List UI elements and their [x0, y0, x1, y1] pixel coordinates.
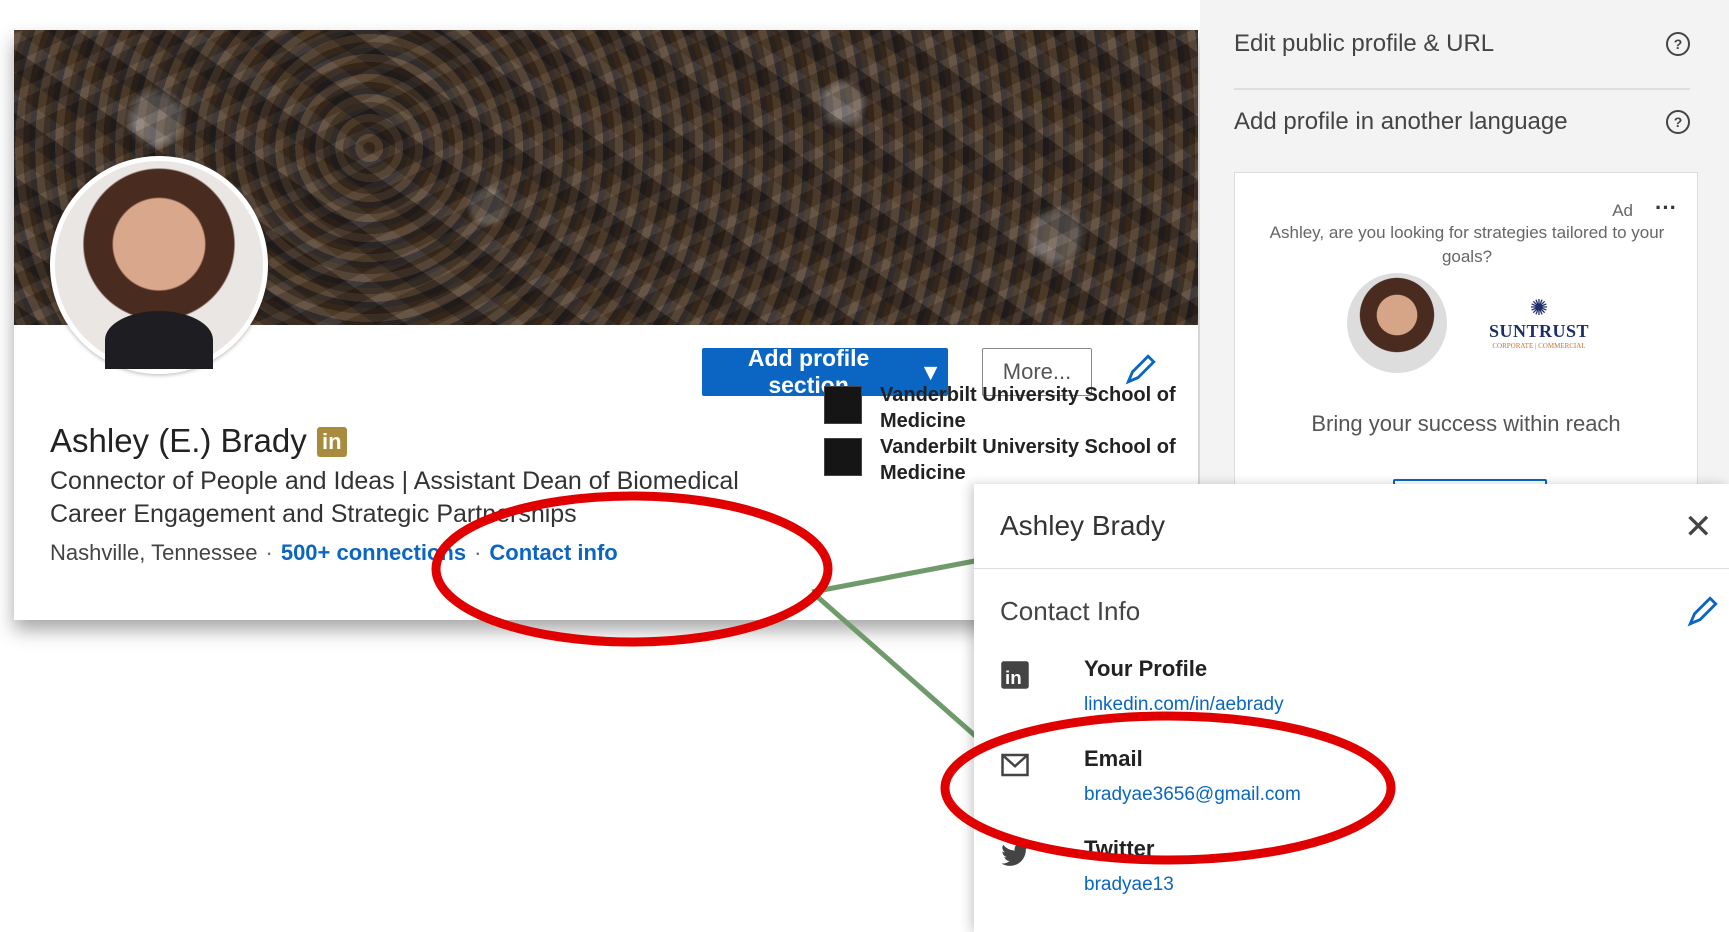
school-logo-icon	[824, 438, 862, 476]
profile-name-text: Ashley (E.) Brady	[50, 422, 307, 459]
education-name: Vanderbilt University School of Medicine	[880, 436, 1176, 484]
close-icon[interactable]: ✕	[1684, 510, 1713, 544]
help-icon[interactable]: ?	[1666, 32, 1690, 56]
twitter-handle-link[interactable]: bradyae13	[1084, 874, 1174, 896]
ad-avatar	[1347, 273, 1447, 373]
edit-pencil-icon[interactable]	[1124, 352, 1158, 386]
profile-name: Ashley (E.) Brady in	[50, 422, 347, 460]
linkedin-badge-icon: in	[316, 427, 347, 457]
svg-text:in: in	[1005, 667, 1022, 688]
ad-text: Ashley, are you looking for strategies t…	[1269, 223, 1665, 266]
sidebar-divider	[1234, 88, 1690, 90]
twitter-icon	[1001, 843, 1029, 866]
add-language-profile-link[interactable]: Add profile in another language ?	[1234, 108, 1690, 136]
education-item[interactable]: Vanderbilt University School of Medicine	[824, 434, 1184, 486]
sunburst-icon: ✺	[1529, 295, 1549, 320]
profile-headline: Connector of People and Ideas | Assistan…	[50, 467, 739, 528]
contact-info-modal: Ashley Brady ✕ Contact Info in Your Prof…	[974, 484, 1729, 932]
ad-tagline: Bring your success within reach	[1311, 411, 1621, 436]
location-text: Nashville, Tennessee	[50, 540, 258, 565]
edit-public-profile-label: Edit public profile & URL	[1234, 30, 1495, 57]
school-logo-icon	[824, 386, 862, 424]
suntrust-logo: ✺ SUNTRUST CORPORATE | COMMERCIAL	[1479, 295, 1599, 350]
linkedin-icon: in	[1001, 661, 1029, 689]
contact-info-heading: Contact Info	[1000, 596, 1141, 626]
edit-public-profile-link[interactable]: Edit public profile & URL ?	[1234, 30, 1690, 58]
education-name: Vanderbilt University School of Medicine	[880, 384, 1176, 432]
profile-url-link[interactable]: linkedin.com/in/aebrady	[1084, 694, 1284, 716]
add-language-label: Add profile in another language	[1234, 108, 1568, 135]
right-sidebar: Edit public profile & URL ? Add profile …	[1200, 0, 1729, 523]
contact-item-label: Twitter	[1084, 836, 1155, 861]
more-options-icon[interactable]: ···	[1655, 195, 1677, 221]
modal-title: Ashley Brady	[1000, 510, 1165, 541]
contact-item-label: Email	[1084, 746, 1143, 771]
contact-info-link[interactable]: Contact info	[489, 540, 617, 565]
envelope-icon	[1001, 753, 1029, 777]
ad-card[interactable]: Ad ··· Ashley, are you looking for strat…	[1234, 172, 1698, 523]
email-link[interactable]: bradyae3656@gmail.com	[1084, 784, 1301, 806]
ad-label: Ad	[1612, 201, 1633, 220]
help-icon[interactable]: ?	[1666, 110, 1690, 134]
edit-pencil-icon[interactable]	[1686, 594, 1720, 628]
profile-location-line: Nashville, Tennessee · 500+ connections · Co…	[50, 540, 618, 565]
connections-link[interactable]: 500+ connections	[281, 540, 466, 565]
profile-photo[interactable]	[50, 156, 268, 374]
contact-item-label: Your Profile	[1084, 656, 1208, 681]
modal-divider	[974, 568, 1729, 569]
education-item[interactable]: Vanderbilt University School of Medicine	[824, 382, 1184, 434]
